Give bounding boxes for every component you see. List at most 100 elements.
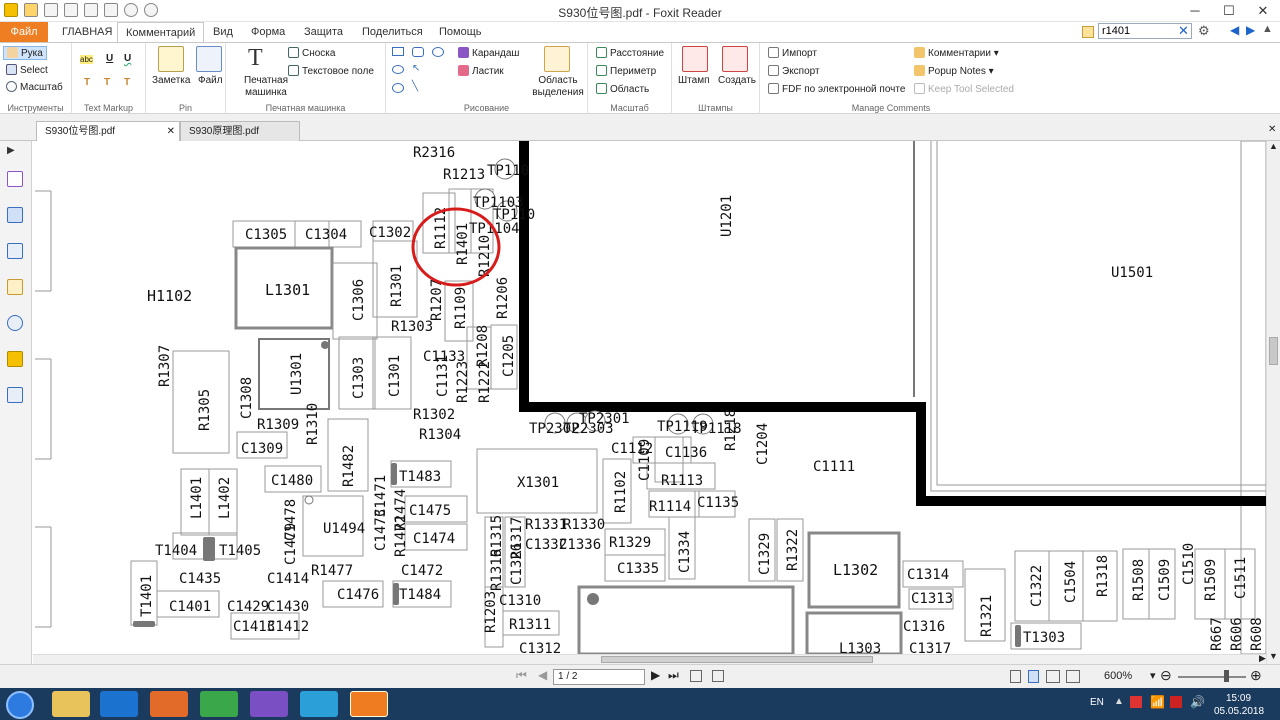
continuous-page-icon[interactable] [1028,670,1039,683]
clock-time[interactable]: 15:09 [1226,693,1251,704]
page-number-input[interactable]: 1 / 2 [553,669,645,685]
file-attach-button[interactable]: Файл [198,75,223,86]
comments-panel-icon[interactable] [7,279,23,295]
expand-panel-icon[interactable]: ▶ [7,145,23,161]
insert-text-button[interactable]: T [124,77,130,88]
polygon-icon[interactable] [412,47,424,57]
tab-help[interactable]: Помощь [431,22,490,42]
vertical-scrollbar[interactable]: ▲ ▼ [1266,141,1280,664]
zoom-in-icon[interactable]: ⊕ [1250,667,1262,684]
tab-form[interactable]: Форма [243,22,293,42]
nav-back-icon[interactable]: ◀ [1230,23,1239,37]
arrow-icon[interactable]: ↖ [412,63,420,74]
attachments-icon[interactable] [7,315,23,331]
first-page-icon[interactable]: ⏮ [516,668,527,683]
underline-button[interactable]: U [106,53,113,64]
tray-arrow-icon[interactable]: ▲ [1114,696,1124,707]
close-window-button[interactable]: ✕ [1246,0,1280,22]
tab-home[interactable]: ГЛАВНАЯ [54,22,120,42]
import-button[interactable]: Импорт [768,47,817,59]
last-page-icon[interactable]: ⏭ [668,668,679,683]
document-canvas[interactable]: R2316 R1213 TP110 TP1103 TP110 C1305 C13… [33,141,1266,654]
callout-button[interactable]: Сноска [288,47,335,59]
area-highlight-button[interactable]: Область выделения [530,75,586,99]
language-indicator[interactable]: EN [1090,697,1104,708]
distance-button[interactable]: Расстояние [596,47,664,59]
single-page-icon[interactable] [1010,670,1021,683]
strikeout-button[interactable]: T [84,77,90,88]
nav-forward-icon[interactable]: ▶ [1246,23,1255,37]
fdf-email-button[interactable]: FDF по электронной почте [768,83,905,95]
pages-icon[interactable] [7,207,23,223]
next-view-icon[interactable] [712,670,724,682]
oval-icon[interactable] [392,65,404,74]
tab-file[interactable]: Файл [0,22,48,42]
tab-view[interactable]: Вид [205,22,241,42]
explorer-taskbar-icon[interactable] [52,691,90,717]
layers-icon[interactable] [7,243,23,259]
clear-search-icon[interactable]: ✕ [1178,23,1189,39]
typewriter-button[interactable]: Печатная машинка [234,75,298,99]
close-all-tabs-icon[interactable]: ✕ [1268,124,1276,135]
ribbon-collapse-icon[interactable]: ▲ [1262,23,1273,35]
find-icon[interactable] [1082,26,1094,38]
line-icon[interactable]: ╲ [412,81,418,92]
next-page-icon[interactable]: ▶ [651,668,660,682]
tray-flag-icon[interactable] [1170,696,1182,708]
media-player-taskbar-icon[interactable] [150,691,188,717]
pencil-button[interactable]: Карандаш [458,47,519,59]
zoom-slider[interactable] [1178,676,1246,678]
popup-notes-dropdown[interactable]: Popup Notes ▾ [914,65,994,77]
zoom-slider-thumb[interactable] [1224,670,1229,682]
keep-tool-checkbox[interactable]: Keep Tool Selected [914,83,1014,95]
rectangle-icon[interactable] [392,47,404,56]
security-lock-icon[interactable] [7,351,23,367]
tab-protect[interactable]: Защита [296,22,351,42]
cloud-icon[interactable] [432,47,444,57]
highlight-button[interactable]: abc [80,55,93,64]
utorrent-taskbar-icon[interactable] [200,691,238,717]
zoom-level[interactable]: 600% [1104,670,1132,682]
zoom-out-icon[interactable]: ⊖ [1160,667,1172,684]
bookmark-icon[interactable] [7,171,23,187]
minimize-button[interactable]: ─ [1178,0,1212,22]
stamp-button[interactable]: Штамп [678,75,709,86]
replace-text-button[interactable]: T [104,77,110,88]
horizontal-scrollbar[interactable]: ▶ [33,653,1266,664]
doc-tab-2[interactable]: S930原理图.pdf [180,121,300,141]
scroll-right-icon[interactable]: ▶ [1259,653,1266,664]
horizontal-scroll-thumb[interactable] [601,656,873,663]
circle-icon[interactable] [392,83,404,93]
prev-page-icon[interactable]: ◀ [538,668,547,682]
squiggly-button[interactable]: U [124,53,131,64]
note-button[interactable]: Заметка [152,75,190,86]
hand-tool-button[interactable]: Рука [3,46,47,60]
facing-page-icon[interactable] [1046,670,1060,683]
settings-gear-icon[interactable]: ⚙ [1198,23,1210,39]
clock-date[interactable]: 05.05.2018 [1214,706,1264,717]
zoom-dropdown-icon[interactable]: ▾ [1150,669,1156,682]
network-icon[interactable]: 📶 [1150,695,1165,709]
eraser-button[interactable]: Ластик [458,65,504,77]
area-measure-button[interactable]: Область [596,83,649,95]
comments-dropdown[interactable]: Комментарии ▾ [914,47,999,59]
start-button-icon[interactable] [6,691,34,719]
scroll-up-icon[interactable]: ▲ [1269,141,1278,151]
foxit-taskbar-icon[interactable] [350,691,388,717]
signature-icon[interactable] [7,387,23,403]
tab-share[interactable]: Поделиться [354,22,431,42]
select-tool-button[interactable]: Select [6,64,48,76]
ie-taskbar-icon[interactable] [100,691,138,717]
doc-tab-1[interactable]: S930位号图.pdf ✕ [36,121,180,141]
zoom-tool-button[interactable]: Масштаб [6,81,63,93]
close-tab-icon[interactable]: ✕ [167,122,175,142]
scroll-down-icon[interactable]: ▼ [1269,651,1278,661]
textbox-button[interactable]: Текстовое поле [288,65,374,77]
continuous-facing-icon[interactable] [1066,670,1080,683]
create-stamp-button[interactable]: Создать [718,75,756,86]
tab-comment[interactable]: Комментарий [117,22,205,43]
vertical-scroll-thumb[interactable] [1269,337,1278,365]
tray-app-icon[interactable] [1130,696,1142,708]
perimeter-button[interactable]: Периметр [596,65,656,77]
volume-icon[interactable]: 🔊 [1190,695,1205,709]
